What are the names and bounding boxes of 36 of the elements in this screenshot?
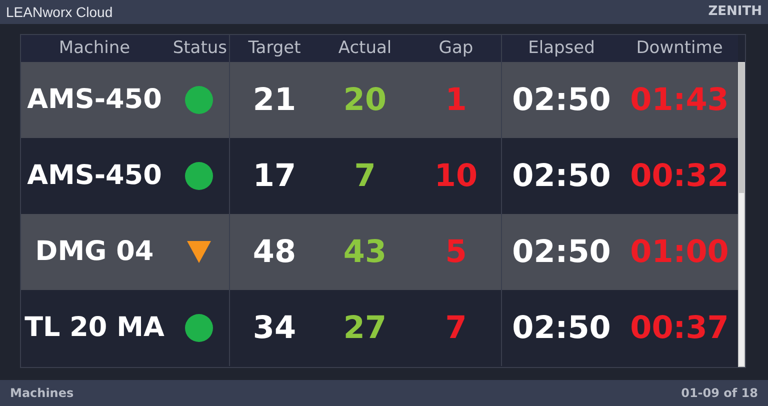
table-cell-text: 43 bbox=[343, 232, 387, 272]
scrollbar[interactable] bbox=[738, 62, 745, 367]
table-cell-text: 00:32 bbox=[630, 156, 729, 196]
column-header: Actual bbox=[338, 36, 392, 60]
table-cell-text: 27 bbox=[343, 308, 387, 348]
table-cell-text: 17 bbox=[252, 156, 296, 196]
table-cell-text: 10 bbox=[434, 156, 478, 196]
table-cell-text: 7 bbox=[354, 156, 376, 196]
table-cell-text: 02:50 bbox=[512, 308, 611, 348]
column-header: Target bbox=[248, 36, 301, 60]
table-cell-text: 7 bbox=[445, 308, 467, 348]
column-header: Machine bbox=[58, 36, 130, 60]
table-cell-text: AMS-450 bbox=[27, 82, 162, 117]
table-cell-text: 20 bbox=[343, 80, 387, 120]
table-cell-text: 02:50 bbox=[512, 232, 611, 272]
column-header: Downtime bbox=[636, 36, 723, 60]
table-cell-text: 48 bbox=[252, 232, 296, 272]
table-cell-text: 21 bbox=[252, 80, 296, 120]
table-cell-text: 02:50 bbox=[512, 156, 611, 196]
app-title: LEANworx Cloud bbox=[6, 2, 113, 22]
column-header: Status bbox=[172, 36, 227, 60]
section-label: Machines bbox=[10, 385, 74, 402]
table-cell-text: 02:50 bbox=[512, 80, 611, 120]
table-cell-text: 34 bbox=[252, 308, 296, 348]
column-header: Gap bbox=[438, 36, 474, 60]
table-cell-text: 00:37 bbox=[630, 308, 729, 348]
table-cell-text: 1 bbox=[445, 80, 467, 120]
table-cell-text: TL 20 MA bbox=[24, 310, 164, 345]
column-header: Elapsed bbox=[528, 36, 595, 60]
page-range: 01-09 of 18 bbox=[681, 385, 758, 402]
company-name: ZENITH bbox=[708, 3, 762, 22]
table-cell-text: 5 bbox=[445, 232, 467, 272]
table-cell-text: DMG 04 bbox=[35, 234, 154, 269]
table-cell-text: 01:43 bbox=[630, 80, 729, 120]
table-cell-text: AMS-450 bbox=[27, 158, 162, 193]
table-cell-text: 01:00 bbox=[630, 232, 729, 272]
